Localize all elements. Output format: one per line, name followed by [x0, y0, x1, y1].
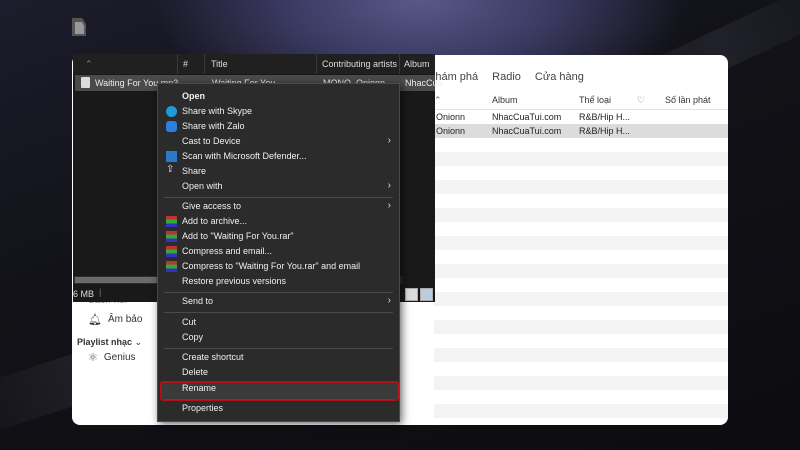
- menu-item-share[interactable]: ⇪ Share: [158, 164, 399, 179]
- winrar-icon: [166, 231, 177, 242]
- table-row: [434, 264, 728, 278]
- table-row: [434, 362, 728, 376]
- menu-item-compress-email[interactable]: Compress and email...: [158, 244, 399, 259]
- col-album[interactable]: Album: [492, 95, 518, 105]
- sidebar-item-podcast[interactable]: 🔔︎ Âm bảo: [88, 313, 142, 326]
- table-row: [434, 138, 728, 152]
- song-table: Onionn NhacCuaTui.com R&B/Hip H... Onion…: [434, 110, 728, 418]
- zalo-icon: [166, 121, 177, 132]
- chevron-right-icon: ›: [387, 135, 391, 146]
- menu-item-copy[interactable]: Copy: [158, 330, 399, 345]
- menu-item-give-access[interactable]: Give access to ›: [158, 199, 399, 214]
- chevron-down-icon: ⌄: [134, 337, 143, 347]
- menu-item-restore[interactable]: Restore previous versions: [158, 274, 399, 289]
- table-row: [434, 180, 728, 194]
- table-row[interactable]: Onionn NhacCuaTui.com R&B/Hip H...: [434, 110, 728, 124]
- table-row: [434, 152, 728, 166]
- menu-item-create-shortcut[interactable]: Create shortcut: [158, 350, 399, 365]
- col-genre[interactable]: Thể loại: [579, 95, 611, 105]
- menu-separator: [164, 399, 393, 400]
- nav-store[interactable]: Cửa hàng: [535, 71, 584, 83]
- menu-item-send-to[interactable]: Send to ›: [158, 294, 399, 309]
- menu-item-open-with[interactable]: Open with ›: [158, 179, 399, 194]
- selection-size: 6 MB: [73, 289, 95, 299]
- menu-separator: [164, 292, 393, 293]
- col-play-count[interactable]: Số lần phát: [665, 95, 711, 105]
- menu-item-open[interactable]: Open: [158, 89, 399, 104]
- heart-icon[interactable]: ♡: [637, 95, 645, 106]
- menu-item-cut[interactable]: Cut: [158, 315, 399, 330]
- menu-item-cast[interactable]: Cast to Device ›: [158, 134, 399, 149]
- table-row: [434, 236, 728, 250]
- bell-icon: 🔔︎: [88, 314, 102, 326]
- share-icon: ⇪: [166, 164, 175, 175]
- table-row: [434, 250, 728, 264]
- table-row: [434, 306, 728, 320]
- menu-item-compress-rar-email[interactable]: Compress to "Waiting For You.rar" and em…: [158, 259, 399, 274]
- col-contributing-artists[interactable]: Contributing artists: [322, 59, 397, 69]
- atom-icon: ⚛: [88, 352, 98, 364]
- file-album: NhacCua: [405, 78, 443, 88]
- sidebar-item-genius[interactable]: ⚛ Genius: [88, 351, 136, 364]
- winrar-icon: [166, 246, 177, 257]
- chevron-right-icon: ›: [387, 295, 391, 306]
- menu-item-properties[interactable]: Properties: [158, 401, 399, 416]
- winrar-icon: [166, 261, 177, 272]
- col-number[interactable]: #: [183, 59, 188, 69]
- table-row: [434, 404, 728, 418]
- menu-item-scan[interactable]: Scan with Microsoft Defender...: [158, 149, 399, 164]
- table-row: [434, 222, 728, 236]
- explorer-column-header: ⌃ # Title Contributing artists Album: [73, 54, 435, 74]
- context-menu: Open Share with Skype Share with Zalo Ca…: [157, 83, 400, 422]
- chevron-right-icon: ›: [387, 180, 391, 191]
- table-row: [434, 320, 728, 334]
- table-row: [434, 376, 728, 390]
- menu-item-share-zalo[interactable]: Share with Zalo: [158, 119, 399, 134]
- desktop-shortcut-icon[interactable]: [70, 16, 88, 38]
- table-row: [434, 292, 728, 306]
- table-row: [434, 348, 728, 362]
- menu-item-delete[interactable]: Delete: [158, 365, 399, 380]
- table-row: [434, 166, 728, 180]
- chevron-right-icon: ›: [387, 200, 391, 211]
- playlist-section-header[interactable]: Playlist nhạc ⌄: [77, 337, 142, 348]
- music-nav: Khám phá Radio Cửa hàng: [428, 71, 584, 83]
- menu-item-add-rar[interactable]: Add to "Waiting For You.rar": [158, 229, 399, 244]
- table-row: [434, 334, 728, 348]
- defender-shield-icon: [166, 151, 177, 162]
- sort-chevron-icon[interactable]: ⌃: [434, 95, 442, 106]
- menu-item-rename[interactable]: Rename: [158, 381, 399, 396]
- winrar-icon: [166, 216, 177, 227]
- menu-separator: [164, 197, 393, 198]
- tiles-view-icon[interactable]: [420, 288, 433, 301]
- table-row: [434, 208, 728, 222]
- nav-radio[interactable]: Radio: [492, 71, 521, 83]
- menu-item-share-skype[interactable]: Share with Skype: [158, 104, 399, 119]
- audio-file-icon: [81, 77, 90, 88]
- menu-separator: [164, 312, 393, 313]
- details-view-icon[interactable]: [405, 288, 418, 301]
- table-row: [434, 194, 728, 208]
- chevron-up-icon: ⌃: [85, 59, 93, 69]
- table-row[interactable]: Onionn NhacCuaTui.com R&B/Hip H...: [434, 124, 728, 138]
- table-row: [434, 278, 728, 292]
- scrollbar-thumb[interactable]: [75, 277, 165, 283]
- col-title[interactable]: Title: [211, 59, 228, 69]
- col-album[interactable]: Album: [404, 59, 430, 69]
- menu-item-add-archive[interactable]: Add to archive...: [158, 214, 399, 229]
- skype-icon: [166, 106, 177, 117]
- table-row: [434, 390, 728, 404]
- menu-separator: [164, 348, 393, 349]
- song-table-header: ⌃ Album Thể loại ♡ Số lần phát: [434, 93, 728, 110]
